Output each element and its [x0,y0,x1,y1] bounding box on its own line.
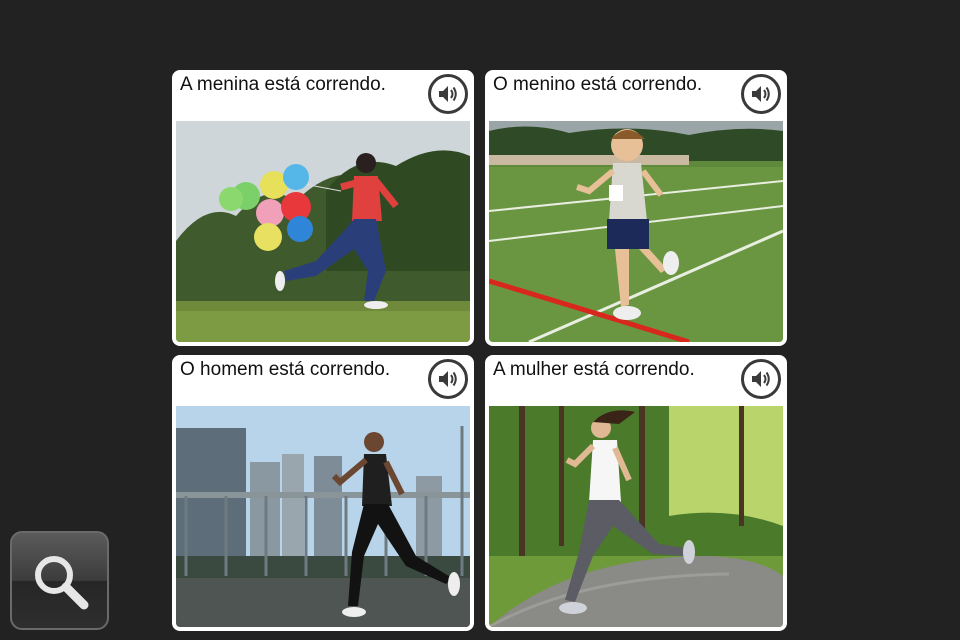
speaker-icon[interactable] [741,74,781,114]
answer-card-boy[interactable]: O menino está correndo. [485,70,787,346]
man-running-photo [176,406,470,627]
card-caption: O homem está correndo. [180,359,391,380]
card-caption: O menino está correndo. [493,74,703,95]
speaker-icon[interactable] [428,359,468,399]
search-button[interactable] [10,531,109,630]
woman-running-photo [489,406,783,627]
answer-card-man[interactable]: O homem está correndo. [172,355,474,631]
card-caption: A mulher está correndo. [493,359,695,380]
boy-running-photo [489,121,783,342]
answer-card-woman[interactable]: A mulher está correndo. [485,355,787,631]
speaker-icon[interactable] [428,74,468,114]
answer-grid: A menina está correndo. O menino está co… [0,0,960,640]
card-caption: A menina está correndo. [180,74,386,95]
girl-running-photo [176,121,470,342]
answer-card-girl[interactable]: A menina está correndo. [172,70,474,346]
speaker-icon[interactable] [741,359,781,399]
